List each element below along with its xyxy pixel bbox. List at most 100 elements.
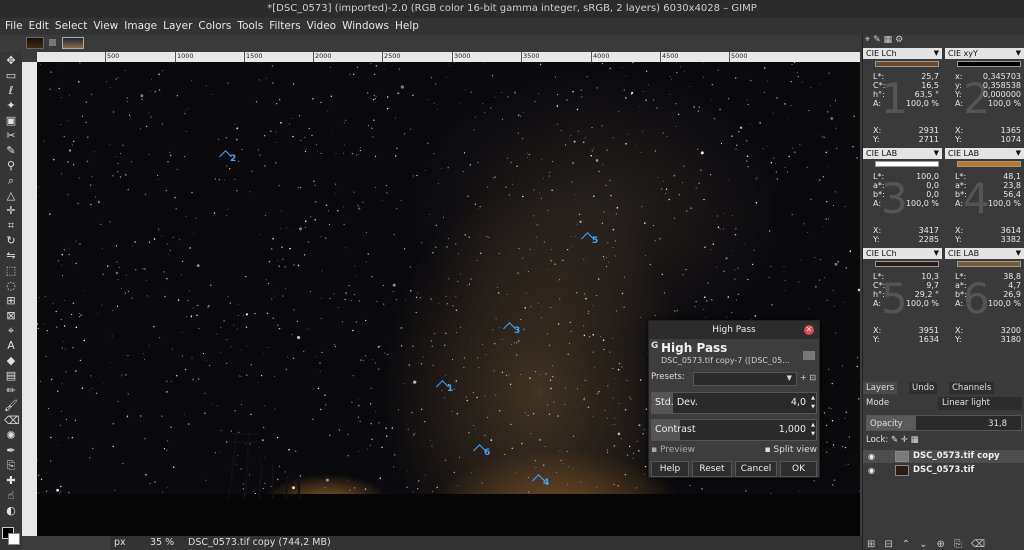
opacity-slider[interactable]: Opacity 31,8	[866, 415, 1022, 431]
dialog-title: High Pass	[649, 321, 819, 339]
sample-point-panel: CIE xyY ▼ 2 x: 0,345703 y: 0,358538 Y: 0,000000 A…	[945, 48, 1024, 148]
spin-arrows-icon[interactable]: ▲ ▼	[811, 394, 815, 412]
3d-transform-icon[interactable]: ⌖	[4, 324, 18, 337]
layer-name: DSC_0573.tif copy	[913, 451, 1000, 461]
chevron-down-icon: ▼	[933, 249, 939, 257]
menu-layer[interactable]: Layer	[160, 18, 195, 35]
clone-icon[interactable]: ⎘	[4, 459, 18, 472]
sample-point-1[interactable]: 1	[436, 380, 453, 394]
background-color-swatch[interactable]	[8, 533, 20, 545]
tab-channels[interactable]: Channels	[949, 382, 995, 394]
sample-point-6[interactable]: 6	[473, 444, 490, 458]
pencil-icon[interactable]: ✏	[4, 384, 18, 397]
fuzzy-select-icon[interactable]: ✦	[4, 99, 18, 112]
color-mode-dropdown[interactable]: CIE LAB ▼	[863, 148, 942, 159]
split-view-checkbox[interactable]: ▪ Split view	[764, 445, 817, 455]
eye-icon[interactable]: ◉	[868, 464, 875, 477]
std-dev-spinner[interactable]: Std. Dev. 4,0 ▲ ▼	[651, 392, 817, 414]
close-icon[interactable]: ✕	[804, 325, 814, 335]
layer-row[interactable]: ◉ DSC_0573.tif	[863, 464, 1024, 477]
menu-windows[interactable]: Windows	[339, 18, 392, 35]
ok-button[interactable]: OK	[780, 461, 817, 477]
presets-label: Presets:	[651, 372, 685, 382]
menu-select[interactable]: Select	[52, 18, 90, 35]
heal-icon[interactable]: ✚	[4, 474, 18, 487]
airbrush-icon[interactable]: ✺	[4, 429, 18, 442]
gradient-icon[interactable]: ▤	[4, 369, 18, 382]
color-mode-dropdown[interactable]: CIE LCh ▼	[863, 48, 942, 59]
tab-undo[interactable]: Undo	[909, 382, 938, 394]
contrast-spinner[interactable]: Contrast 1,000 ▲ ▼	[651, 419, 817, 441]
sample-icon[interactable]: ✎	[873, 35, 881, 45]
unit-selector[interactable]: px	[114, 536, 126, 550]
lasso-icon[interactable]: ℓ	[4, 84, 18, 97]
eye-icon[interactable]: ◉	[868, 450, 875, 463]
align-icon[interactable]: ✛	[4, 204, 18, 217]
sample-point-5[interactable]: 5	[581, 232, 598, 246]
color-mode-dropdown[interactable]: CIE LCh ▼	[863, 248, 942, 259]
color-mode-dropdown[interactable]: CIE LAB ▼	[945, 248, 1024, 259]
menu-file[interactable]: File	[2, 18, 26, 35]
perspective-icon[interactable]: ⊠	[4, 309, 18, 322]
menu-help[interactable]: Help	[392, 18, 422, 35]
sample-point-2[interactable]: 2	[219, 150, 236, 164]
flip-icon[interactable]: ⇋	[4, 249, 18, 262]
cancel-button[interactable]: Cancel	[735, 461, 777, 477]
preview-checkbox[interactable]: ▪ Preview	[651, 445, 695, 455]
tab-close-icon[interactable]	[49, 39, 56, 46]
pointer-icon[interactable]: ⌖	[865, 35, 870, 45]
scissors-icon[interactable]: ✂	[4, 129, 18, 142]
menu-colors[interactable]: Colors	[195, 18, 234, 35]
brush-icon[interactable]: 🖌	[4, 399, 18, 412]
status-bar: px 35 % DSC_0573.tif copy (744,2 MB)	[110, 536, 862, 550]
measure-icon[interactable]: △	[4, 189, 18, 202]
ink-icon[interactable]: ✒	[4, 444, 18, 457]
menu-view[interactable]: View	[90, 18, 121, 35]
color-picker-icon[interactable]: ⚲	[4, 159, 18, 172]
paths-icon[interactable]: ✎	[4, 144, 18, 157]
foreground-select-icon[interactable]: ▣	[4, 114, 18, 127]
menu-image[interactable]: Image	[121, 18, 160, 35]
menu-edit[interactable]: Edit	[26, 18, 52, 35]
presets-dropdown[interactable]: ▼	[693, 372, 797, 386]
reset-button[interactable]: Reset	[692, 461, 732, 477]
eraser-icon[interactable]: ⌫	[4, 414, 20, 427]
move-tool-icon[interactable]: ✥	[4, 54, 18, 67]
color-mode-dropdown[interactable]: CIE xyY ▼	[945, 48, 1024, 59]
help-button[interactable]: Help	[651, 461, 689, 477]
image-tab-1[interactable]	[26, 37, 44, 49]
layer-actions[interactable]: ⊞⊟⌃⌄⊕⎘⌫	[867, 539, 994, 550]
spin-arrows-icon[interactable]: ▲ ▼	[811, 421, 815, 439]
rect-select-icon[interactable]: ▭	[4, 69, 18, 82]
text-tool-icon[interactable]: A	[4, 339, 18, 352]
menu-tools[interactable]: Tools	[234, 18, 266, 35]
cage-icon[interactable]: ⬚	[4, 264, 18, 277]
warp-icon[interactable]: ◌	[4, 279, 18, 292]
dodge-icon[interactable]: ◐	[4, 504, 18, 517]
lock-icons[interactable]: ✎ ✛ ▦	[891, 435, 919, 445]
zoom-icon[interactable]: ⌕	[4, 174, 18, 187]
unified-transform-icon[interactable]: ⊞	[4, 294, 18, 307]
color-mode-dropdown[interactable]: CIE LAB ▼	[945, 148, 1024, 159]
histogram-icon[interactable]: ▦	[884, 35, 893, 45]
mode-dropdown[interactable]: Linear light	[938, 397, 1022, 410]
rotate-icon[interactable]: ↻	[4, 234, 18, 247]
layer-row[interactable]: ◉ DSC_0573.tif copy	[863, 450, 1024, 463]
sample-color-swatch	[875, 161, 939, 167]
sample-point-4[interactable]: 4	[532, 474, 549, 488]
menu-filters[interactable]: Filters	[266, 18, 303, 35]
menu-video[interactable]: Video	[304, 18, 339, 35]
layer-thumbnail	[895, 465, 909, 476]
menu-bar: File Edit Select View Image Layer Colors…	[0, 18, 1024, 35]
bucket-fill-icon[interactable]: ◆	[4, 354, 18, 367]
image-tab-2[interactable]	[62, 37, 84, 49]
sample-point-3[interactable]: 3	[503, 322, 520, 336]
presets-add-icon[interactable]: + ⊡	[800, 373, 816, 382]
config-icon[interactable]: ⚙	[895, 35, 903, 45]
sample-point-panel: CIE LCh ▼ 1 L*: 25,7 C*: 16,5 h°: 63,5 ° A: 100,0 …	[863, 48, 942, 148]
tab-layers[interactable]: Layers	[863, 382, 898, 394]
crop-icon[interactable]: ⌗	[4, 219, 18, 232]
zoom-selector[interactable]: 35 %	[150, 536, 174, 550]
layer-name: DSC_0573.tif	[913, 465, 975, 475]
smudge-icon[interactable]: ☝	[4, 489, 18, 502]
